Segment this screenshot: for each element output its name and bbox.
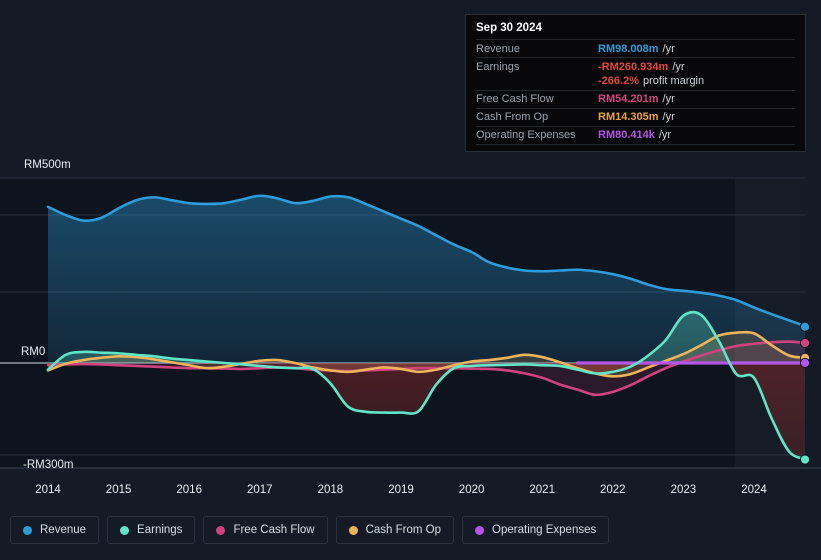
tooltip-row-key: Earnings — [476, 60, 520, 73]
legend-item-label: Earnings — [137, 524, 183, 536]
x-axis-label-2017: 2017 — [247, 484, 273, 496]
legend-color-dot-icon — [348, 525, 358, 535]
tooltip-bottom-rule — [476, 143, 795, 145]
legend-item-free-cash-flow[interactable]: Free Cash Flow — [203, 516, 328, 544]
tooltip-row-unit: /yr — [662, 111, 675, 123]
legend-color-dot-icon — [216, 525, 226, 535]
legend-color-dot-icon — [23, 525, 32, 535]
x-axis-label-2014: 2014 — [35, 484, 61, 496]
legend-item-label: Revenue — [40, 524, 87, 536]
tooltip-row: Operating Expenses RM80.414k/yr — [476, 125, 795, 144]
end-marker-free-cash-flow — [799, 337, 811, 349]
legend-item-cash-from-op[interactable]: Cash From Op — [335, 516, 455, 544]
tooltip-row: -266.2% profit margin — [476, 75, 795, 90]
legend-item-label: Free Cash Flow — [233, 524, 315, 536]
tooltip-row: Revenue RM98.008m/yr — [476, 39, 795, 57]
x-axis-label-2022: 2022 — [600, 484, 626, 496]
end-marker-revenue — [799, 321, 811, 332]
tooltip-date: Sep 30 2024 — [476, 22, 542, 34]
x-axis-label-2023: 2023 — [670, 484, 697, 496]
x-axis-label-2021: 2021 — [529, 484, 555, 496]
tooltip-row-value: -266.2% — [598, 75, 639, 87]
x-axis-label-2016: 2016 — [176, 484, 202, 496]
tooltip-row: Free Cash Flow RM54.201m/yr — [476, 89, 795, 108]
tooltip-row-key: Operating Expenses — [476, 129, 576, 141]
tooltip-row-unit: /yr — [662, 42, 675, 55]
legend-color-dot-icon — [120, 525, 130, 535]
tooltip-row: Earnings -RM260.934m/yr — [476, 57, 795, 75]
legend-item-label: Cash From Op — [365, 524, 442, 536]
tooltip-row-key: Free Cash Flow — [476, 93, 554, 105]
x-axis-label-2018: 2018 — [317, 484, 344, 496]
tooltip-row-unit: /yr — [672, 60, 685, 73]
stock-financials-chart: RM500m RM0 -RM300m 2014 2015 2016 2017 2018 2… — [0, 0, 821, 560]
tooltip-row-key: Revenue — [476, 42, 521, 55]
tooltip-row-value: RM54.201m — [598, 93, 659, 105]
data-tooltip: Sep 30 2024 Revenue RM98.008m/yr Earnings -… — [465, 14, 806, 152]
x-axis-label-2019: 2019 — [388, 484, 414, 496]
tooltip-rows: Revenue RM98.008m/yr Earnings -RM260.934m/y… — [476, 39, 795, 145]
y-axis-label-0: RM0 — [21, 346, 46, 358]
y-axis-label-500m: RM500m — [24, 159, 71, 171]
tooltip-row-value: RM14.305m — [598, 111, 659, 123]
legend-item-earnings[interactable]: Earnings — [107, 516, 196, 544]
end-marker-operating-expenses — [799, 357, 811, 369]
legend-item-operating-expenses[interactable]: Operating Expenses — [462, 516, 610, 544]
tooltip-row-value: -RM260.934m — [598, 60, 669, 73]
tooltip-row-value: RM80.414k — [598, 129, 655, 141]
tooltip-row-unit: /yr — [662, 93, 675, 105]
chart-legend[interactable]: Revenue Earnings Free Cash Flow Cash From O… — [10, 516, 610, 544]
legend-item-label: Operating Expenses — [492, 524, 597, 536]
tooltip-row: Cash From Op RM14.305m/yr — [476, 107, 795, 126]
legend-color-dot-icon — [475, 525, 485, 535]
x-axis-label-2020: 2020 — [458, 484, 485, 496]
tooltip-row-key: Cash From Op — [476, 111, 549, 123]
legend-item-revenue[interactable]: Revenue — [10, 516, 100, 544]
x-axis-label-2024: 2024 — [741, 484, 767, 496]
x-axis-label-2015: 2015 — [105, 484, 132, 496]
y-axis-label-neg300m: -RM300m — [23, 459, 74, 471]
tooltip-row-value: RM98.008m — [598, 42, 659, 55]
tooltip-row-unit: profit margin — [642, 75, 705, 87]
end-marker-earnings — [799, 454, 811, 465]
tooltip-row-unit: /yr — [658, 129, 672, 141]
